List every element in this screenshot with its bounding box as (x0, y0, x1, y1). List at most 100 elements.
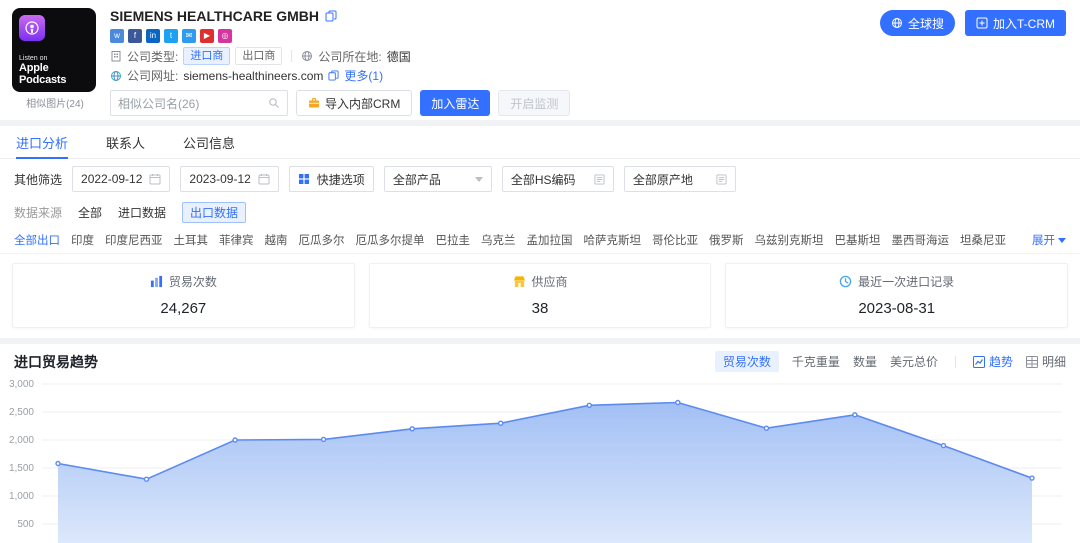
clock-icon (839, 275, 852, 288)
stat-card-suppliers: 供应商 38 (369, 263, 712, 328)
search-icon[interactable] (268, 97, 280, 109)
tab-company-info[interactable]: 公司信息 (183, 126, 235, 158)
view-trend-label: 趋势 (989, 353, 1013, 370)
date-end-input[interactable]: 2023-09-12 (180, 166, 278, 192)
apple-podcasts-icon (19, 15, 45, 41)
country-tab-15[interactable]: 巴基斯坦 (835, 232, 881, 254)
date-start-value: 2022-09-12 (81, 172, 142, 186)
country-tab-8[interactable]: 巴拉圭 (436, 232, 471, 254)
filter-row: 其他筛选 2022-09-12 2023-09-12 (0, 159, 1080, 199)
country-tab-11[interactable]: 哈萨克斯坦 (584, 232, 642, 254)
trend-chart: 05001,0001,5002,0002,5003,0002022-092022… (0, 376, 1080, 543)
country-tab-7[interactable]: 厄瓜多尔提单 (356, 232, 425, 254)
view-detail-label: 明细 (1042, 353, 1066, 370)
expand-label: 展开 (1032, 232, 1055, 248)
country-tab-12[interactable]: 哥伦比亚 (652, 232, 698, 254)
svg-text:1,500: 1,500 (9, 463, 34, 474)
start-monitor-label: 开启监测 (510, 95, 558, 112)
product-select[interactable]: 全部产品 (384, 166, 492, 192)
global-search-button[interactable]: 全球搜 (880, 10, 955, 36)
import-crm-button[interactable]: 导入内部CRM (296, 90, 412, 116)
location-label: 公司所在地: (318, 48, 381, 65)
more-link[interactable]: 更多(1) (344, 67, 383, 84)
logo-caption-small: Listen on (19, 55, 89, 62)
country-tab-5[interactable]: 越南 (265, 232, 288, 254)
quick-options-label: 快捷选项 (317, 171, 365, 188)
country-tab-13[interactable]: 俄罗斯 (709, 232, 744, 254)
hs-code-input[interactable]: 全部HS编码 (502, 166, 614, 192)
stats-row: 贸易次数 24,267 供应商 38 最近一次进口记录 (0, 254, 1080, 338)
country-tab-4[interactable]: 菲律宾 (219, 232, 254, 254)
country-tab-9[interactable]: 乌克兰 (481, 232, 516, 254)
source-option-export[interactable]: 出口数据 (182, 202, 246, 223)
expand-button[interactable]: 展开 (1032, 232, 1066, 248)
tab-import-analysis[interactable]: 进口分析 (16, 126, 68, 158)
copy-icon[interactable] (328, 70, 339, 81)
origin-value: 全部原产地 (633, 171, 693, 188)
country-tab-3[interactable]: 土耳其 (174, 232, 209, 254)
start-monitor-button[interactable]: 开启监测 (498, 90, 570, 116)
importer-tag[interactable]: 进口商 (183, 47, 230, 65)
origin-input[interactable]: 全部原产地 (624, 166, 736, 192)
company-website[interactable]: siemens-healthineers.com (183, 69, 323, 83)
chevron-down-icon (1058, 238, 1066, 243)
join-radar-button[interactable]: 加入雷达 (420, 90, 490, 116)
view-trend-button[interactable]: 趋势 (973, 353, 1013, 370)
facebook-icon[interactable]: f (128, 29, 142, 43)
stat-label: 贸易次数 (169, 273, 217, 290)
table-icon (1026, 356, 1038, 368)
similar-company-input[interactable]: 相似公司名(26) (110, 90, 288, 116)
exporter-tag[interactable]: 出口商 (235, 47, 282, 65)
svg-text:1,000: 1,000 (9, 491, 34, 502)
metric-quantity[interactable]: 数量 (853, 353, 877, 370)
logo-caption-large: Apple Podcasts (19, 62, 89, 86)
join-tcrm-button[interactable]: 加入T-CRM (965, 10, 1066, 36)
country-tab-1[interactable]: 印度 (71, 232, 94, 254)
stat-label: 供应商 (532, 273, 568, 290)
company-type-label: 公司类型: (127, 48, 178, 65)
website-label: 公司网址: (127, 67, 178, 84)
country-tab-6[interactable]: 厄瓜多尔 (299, 232, 345, 254)
youtube-icon[interactable]: ▶ (200, 29, 214, 43)
country-tab-17[interactable]: 坦桑尼亚 (960, 232, 1006, 254)
date-end-value: 2023-09-12 (189, 172, 250, 186)
company-location: 德国 (387, 48, 411, 65)
country-tab-16[interactable]: 墨西哥海运 (892, 232, 950, 254)
quick-options-button[interactable]: 快捷选项 (289, 166, 374, 192)
country-tab-10[interactable]: 孟加拉国 (527, 232, 573, 254)
svg-text:2,500: 2,500 (9, 407, 34, 418)
source-option-import[interactable]: 进口数据 (118, 204, 166, 221)
source-option-all[interactable]: 全部 (78, 204, 102, 221)
country-tab-0[interactable]: 全部出口 (14, 232, 60, 254)
metric-kg-weight[interactable]: 千克重量 (792, 353, 840, 370)
data-source-label: 数据来源 (14, 204, 62, 221)
country-tabs: 全部出口印度印度尼西亚土耳其菲律宾越南厄瓜多尔厄瓜多尔提单巴拉圭乌克兰孟加拉国哈… (0, 228, 1080, 254)
globe-icon (891, 17, 903, 29)
date-start-input[interactable]: 2022-09-12 (72, 166, 170, 192)
linkedin-icon[interactable]: in (146, 29, 160, 43)
mail-icon[interactable]: ✉ (182, 29, 196, 43)
hs-code-value: 全部HS编码 (511, 171, 576, 188)
tab-contacts[interactable]: 联系人 (106, 126, 145, 158)
website-icon[interactable]: w (110, 29, 124, 43)
view-detail-button[interactable]: 明细 (1026, 353, 1066, 370)
stat-card-trade-count: 贸易次数 24,267 (12, 263, 355, 328)
stat-value: 24,267 (13, 300, 354, 317)
svg-text:2,000: 2,000 (9, 435, 34, 446)
metric-trade-count[interactable]: 贸易次数 (715, 351, 779, 372)
metric-usd-total[interactable]: 美元总价 (890, 353, 938, 370)
list-search-icon (716, 174, 727, 185)
stat-value: 2023-08-31 (726, 300, 1067, 317)
company-type-row: 公司类型: 进口商 出口商 公司所在地: 德国 (110, 47, 1068, 65)
copy-icon[interactable] (325, 10, 337, 22)
country-tab-2[interactable]: 印度尼西亚 (105, 232, 163, 254)
chevron-down-icon (475, 177, 483, 182)
similar-images-link[interactable]: 相似图片(24) (12, 95, 98, 110)
country-tab-14[interactable]: 乌兹别克斯坦 (755, 232, 824, 254)
other-filter-label: 其他筛选 (14, 171, 62, 188)
instagram-icon[interactable]: ◎ (218, 29, 232, 43)
line-chart-icon (973, 356, 985, 368)
header-action-row: 相似公司名(26) 导入内部CRM 加入雷达 (110, 90, 1068, 116)
twitter-icon[interactable]: t (164, 29, 178, 43)
stat-card-last-import: 最近一次进口记录 2023-08-31 (725, 263, 1068, 328)
